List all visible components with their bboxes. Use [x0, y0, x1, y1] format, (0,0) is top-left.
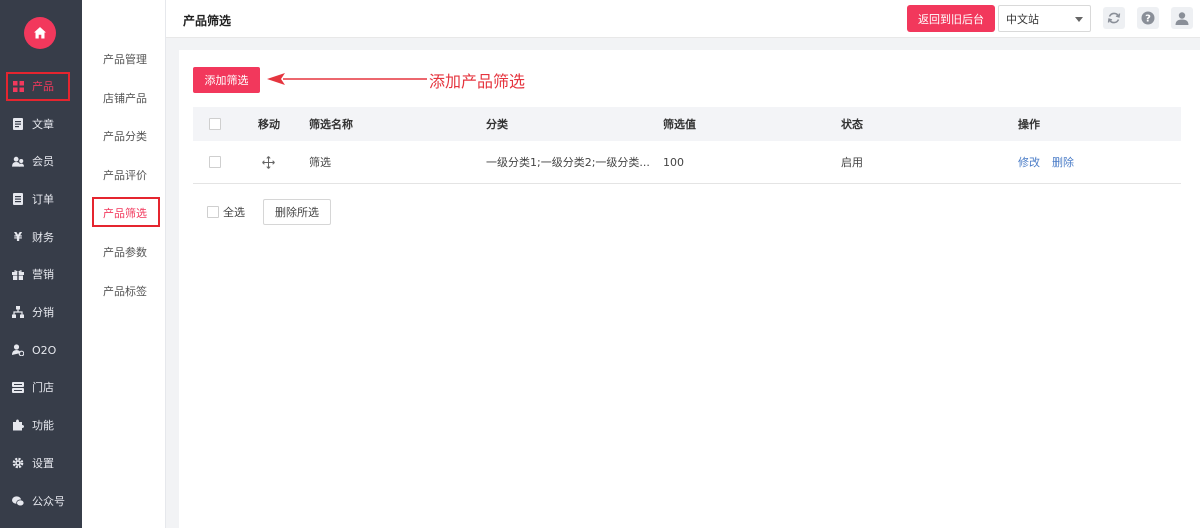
submenu-item-shop-products[interactable]: 店铺产品 [82, 90, 166, 106]
sidebar-item-marketing[interactable]: 营销 [0, 262, 82, 286]
edit-link[interactable]: 修改 [1018, 154, 1040, 170]
user-icon [1175, 12, 1189, 25]
filter-name-cell: 筛选 [309, 156, 331, 169]
column-header-status: 状态 [841, 118, 863, 131]
delete-selected-button[interactable]: 删除所选 [263, 199, 331, 225]
filter-category-cell: 一级分类1;一级分类2;一级分类... [486, 156, 650, 169]
drag-handle[interactable] [262, 141, 275, 183]
row-checkbox[interactable] [209, 141, 221, 183]
yen-icon: ¥ [13, 230, 23, 244]
submenu-item-product-management[interactable]: 产品管理 [82, 51, 166, 67]
submenu-item-product-review[interactable]: 产品评价 [82, 167, 166, 183]
sidebar-item-article[interactable]: 文章 [0, 112, 82, 136]
submenu-item-product-tags[interactable]: 产品标签 [82, 283, 166, 299]
page-title: 产品筛选 [183, 14, 232, 28]
column-header-move: 移动 [258, 118, 280, 131]
sitemap-icon [12, 306, 24, 318]
submenu-item-product-filter[interactable]: 产品筛选 [82, 205, 166, 221]
select-all-checkbox[interactable]: 全选 [207, 204, 245, 220]
user-menu-button[interactable] [1171, 7, 1193, 29]
row-actions: 修改 删除 [1018, 141, 1074, 183]
main-sidebar: 产品 文章 会员 订单 ¥ 财务 营销 分销 O2O 门店 功能 设置 公众号 [0, 0, 82, 528]
annotation-text: 添加产品筛选 [429, 72, 526, 91]
sidebar-item-finance[interactable]: ¥ 财务 [0, 225, 82, 249]
sidebar-item-label: 文章 [32, 118, 54, 131]
home-icon [34, 27, 46, 39]
sidebar-item-o2o[interactable]: O2O [0, 338, 82, 362]
document-icon [12, 118, 24, 130]
order-icon [12, 193, 24, 205]
gift-icon [12, 268, 24, 280]
delete-link[interactable]: 删除 [1052, 154, 1074, 170]
column-header-actions: 操作 [1018, 118, 1040, 131]
refresh-button[interactable] [1103, 7, 1125, 29]
sidebar-item-label: 会员 [32, 155, 54, 168]
filter-value-cell: 100 [663, 155, 684, 169]
sidebar-item-order[interactable]: 订单 [0, 187, 82, 211]
filter-status-cell: 启用 [841, 156, 863, 169]
sidebar-item-distribution[interactable]: 分销 [0, 300, 82, 324]
add-filter-button[interactable]: 添加筛选 [193, 67, 260, 93]
sidebar-item-label: O2O [32, 343, 57, 357]
wechat-icon [12, 495, 24, 507]
select-all-label: 全选 [223, 206, 245, 219]
move-arrows-icon [262, 155, 275, 169]
sidebar-item-wechat[interactable]: 公众号 [0, 489, 82, 513]
product-submenu: 产品管理 店铺产品 产品分类 产品评价 产品筛选 产品参数 产品标签 [82, 0, 166, 528]
sidebar-item-label: 订单 [32, 193, 54, 206]
store-icon [12, 381, 24, 393]
annotation-arrow-icon [267, 73, 427, 85]
sidebar-item-label: 财务 [32, 231, 54, 244]
table-row: 筛选 一级分类1;一级分类2;一级分类... 100 启用 修改 删除 [193, 141, 1181, 184]
language-select-value: 中文站 [1006, 12, 1039, 26]
submenu-item-product-params[interactable]: 产品参数 [82, 244, 166, 260]
sidebar-item-store[interactable]: 门店 [0, 375, 82, 399]
help-icon: ? [1141, 11, 1155, 25]
puzzle-icon [12, 419, 24, 431]
grid-icon [12, 80, 24, 92]
bulk-actions: 全选 删除所选 [207, 199, 331, 225]
gear-icon [12, 457, 24, 469]
submenu-item-product-category[interactable]: 产品分类 [82, 128, 166, 144]
refresh-icon [1107, 12, 1121, 24]
select-all-header-checkbox[interactable] [209, 107, 221, 141]
sidebar-item-function[interactable]: 功能 [0, 413, 82, 437]
column-header-name: 筛选名称 [309, 118, 353, 131]
svg-text:?: ? [1145, 14, 1151, 25]
users-icon [12, 155, 24, 167]
language-select[interactable]: 中文站 [998, 5, 1091, 32]
sidebar-item-label: 产品 [32, 80, 54, 93]
sidebar-item-label: 营销 [32, 268, 54, 281]
content-panel: 添加筛选 添加产品筛选 移动 筛选名称 分类 筛选值 状态 操作 筛选 一级分类… [179, 50, 1200, 528]
filter-table-header: 移动 筛选名称 分类 筛选值 状态 操作 [193, 107, 1181, 141]
sidebar-item-label: 门店 [32, 381, 54, 394]
top-header: 产品筛选 返回到旧后台 中文站 ? [166, 0, 1200, 38]
home-button[interactable] [24, 17, 56, 49]
sidebar-item-label: 功能 [32, 419, 54, 432]
sidebar-item-label: 分销 [32, 306, 54, 319]
back-to-old-admin-button[interactable]: 返回到旧后台 [907, 5, 995, 32]
sidebar-item-product[interactable]: 产品 [0, 64, 82, 108]
sidebar-item-label: 设置 [32, 457, 54, 470]
sidebar-item-label: 公众号 [32, 495, 65, 508]
o2o-icon [12, 344, 24, 356]
sidebar-item-settings[interactable]: 设置 [0, 451, 82, 475]
column-header-value: 筛选值 [663, 118, 696, 131]
column-header-category: 分类 [486, 118, 508, 131]
help-button[interactable]: ? [1137, 7, 1159, 29]
chevron-down-icon [1075, 17, 1083, 22]
sidebar-item-member[interactable]: 会员 [0, 149, 82, 173]
